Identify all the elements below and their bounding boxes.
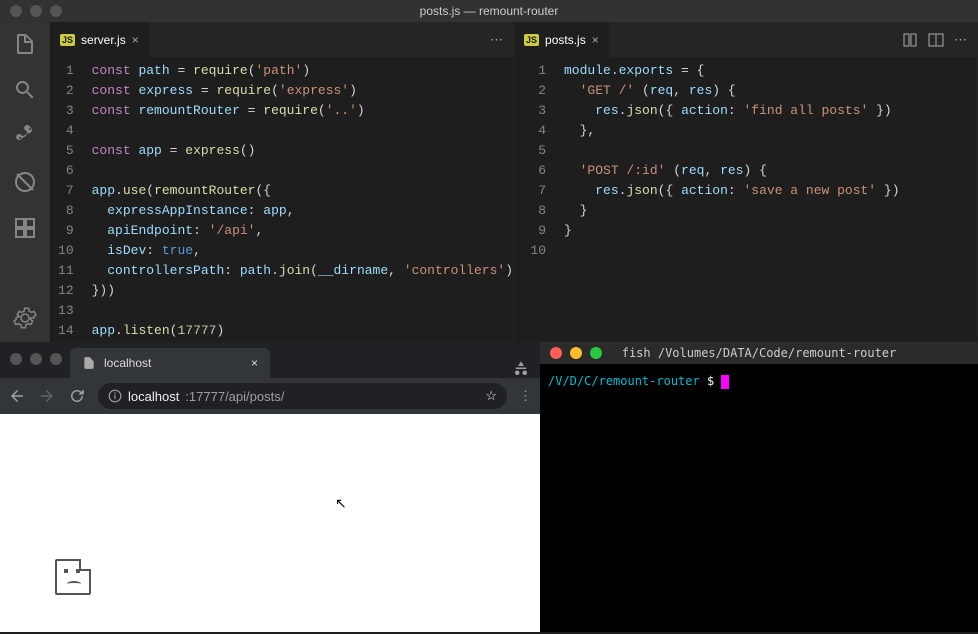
js-file-icon: JS: [524, 34, 539, 46]
editor-actions: ⋯: [902, 32, 977, 48]
close-window-button[interactable]: [10, 5, 22, 17]
incognito-icon: [512, 360, 530, 378]
prompt-path: /V/D/C/remount-router: [548, 374, 700, 388]
terminal-cursor: [721, 375, 729, 389]
browser-menu-icon[interactable]: ⋮: [519, 388, 532, 404]
editor-area: JS server.js × ⋯ 1234567891011121314 con…: [0, 22, 978, 342]
editor-titlebar: posts.js — remount-router: [0, 0, 978, 22]
minimize-window-button[interactable]: [30, 353, 42, 365]
url-host: localhost: [128, 389, 179, 404]
url-path: :17777/api/posts/: [185, 389, 284, 404]
gear-icon[interactable]: [13, 306, 37, 330]
close-tab-icon[interactable]: ×: [132, 33, 139, 47]
tab-label: posts.js: [545, 33, 586, 47]
back-icon[interactable]: [8, 387, 26, 405]
page-icon: [82, 356, 96, 370]
tab-posts-js[interactable]: JS posts.js ×: [514, 22, 609, 57]
code-right[interactable]: module.exports = { 'GET /' (req, res) { …: [564, 61, 977, 342]
editor-actions: ⋯: [490, 32, 513, 48]
browser-tab[interactable]: localhost ×: [70, 348, 270, 378]
close-tab-icon[interactable]: ×: [592, 33, 599, 47]
browser-tabbar: localhost ×: [0, 342, 540, 378]
code-editor-right[interactable]: 12345678910 module.exports = { 'GET /' (…: [514, 57, 977, 342]
mouse-cursor: ↖: [335, 495, 347, 512]
tab-label: server.js: [81, 33, 126, 47]
activity-bar: [0, 22, 50, 342]
browser-content: [0, 414, 540, 632]
more-actions-icon[interactable]: ⋯: [490, 32, 503, 48]
maximize-window-button[interactable]: [50, 5, 62, 17]
extensions-icon[interactable]: [13, 216, 37, 240]
search-icon[interactable]: [13, 78, 37, 102]
prompt-symbol: $: [700, 374, 722, 388]
tab-bar-left: JS server.js × ⋯: [50, 22, 513, 57]
close-window-button[interactable]: [550, 347, 562, 359]
minimize-window-button[interactable]: [570, 347, 582, 359]
code-editor-left[interactable]: 1234567891011121314 const path = require…: [50, 57, 513, 342]
gutter-right: 12345678910: [514, 61, 564, 342]
terminal-titlebar: fish /Volumes/DATA/Code/remount-router: [540, 342, 978, 364]
compare-icon[interactable]: [902, 32, 918, 48]
tab-bar-right: JS posts.js × ⋯: [514, 22, 977, 57]
maximize-window-button[interactable]: [50, 353, 62, 365]
reload-icon[interactable]: [68, 387, 86, 405]
terminal-body[interactable]: /V/D/C/remount-router $: [540, 364, 978, 399]
editor-left: JS server.js × ⋯ 1234567891011121314 con…: [50, 22, 514, 342]
browser-tab-title: localhost: [104, 356, 151, 370]
browser-window-controls: [10, 353, 62, 365]
browser-window: localhost × localhost :17777/api/posts/ ☆…: [0, 342, 540, 632]
terminal-window: fish /Volumes/DATA/Code/remount-router /…: [540, 342, 978, 632]
explorer-icon[interactable]: [13, 32, 37, 56]
bottom-row: localhost × localhost :17777/api/posts/ ☆…: [0, 342, 978, 632]
close-window-button[interactable]: [10, 353, 22, 365]
source-control-icon[interactable]: [13, 124, 37, 148]
info-icon[interactable]: [108, 389, 122, 403]
more-actions-icon[interactable]: ⋯: [954, 32, 967, 48]
sad-page-icon: [55, 559, 91, 595]
forward-icon[interactable]: [38, 387, 56, 405]
bookmark-icon[interactable]: ☆: [485, 388, 497, 404]
terminal-title: fish /Volumes/DATA/Code/remount-router: [622, 346, 897, 360]
tab-server-js[interactable]: JS server.js ×: [50, 22, 149, 57]
code-left[interactable]: const path = require('path')const expres…: [92, 61, 513, 342]
browser-toolbar: localhost :17777/api/posts/ ☆ ⋮: [0, 378, 540, 414]
minimize-window-button[interactable]: [30, 5, 42, 17]
close-tab-icon[interactable]: ×: [251, 356, 258, 370]
address-bar[interactable]: localhost :17777/api/posts/ ☆: [98, 383, 507, 409]
terminal-window-controls: [540, 347, 602, 359]
window-controls: [0, 5, 62, 17]
js-file-icon: JS: [60, 34, 75, 46]
window-title: posts.js — remount-router: [420, 4, 559, 18]
editor-right: JS posts.js × ⋯ 12345678910 module.expor…: [514, 22, 978, 342]
maximize-window-button[interactable]: [590, 347, 602, 359]
gutter-left: 1234567891011121314: [50, 61, 92, 342]
split-editor-icon[interactable]: [928, 32, 944, 48]
debug-icon[interactable]: [13, 170, 37, 194]
